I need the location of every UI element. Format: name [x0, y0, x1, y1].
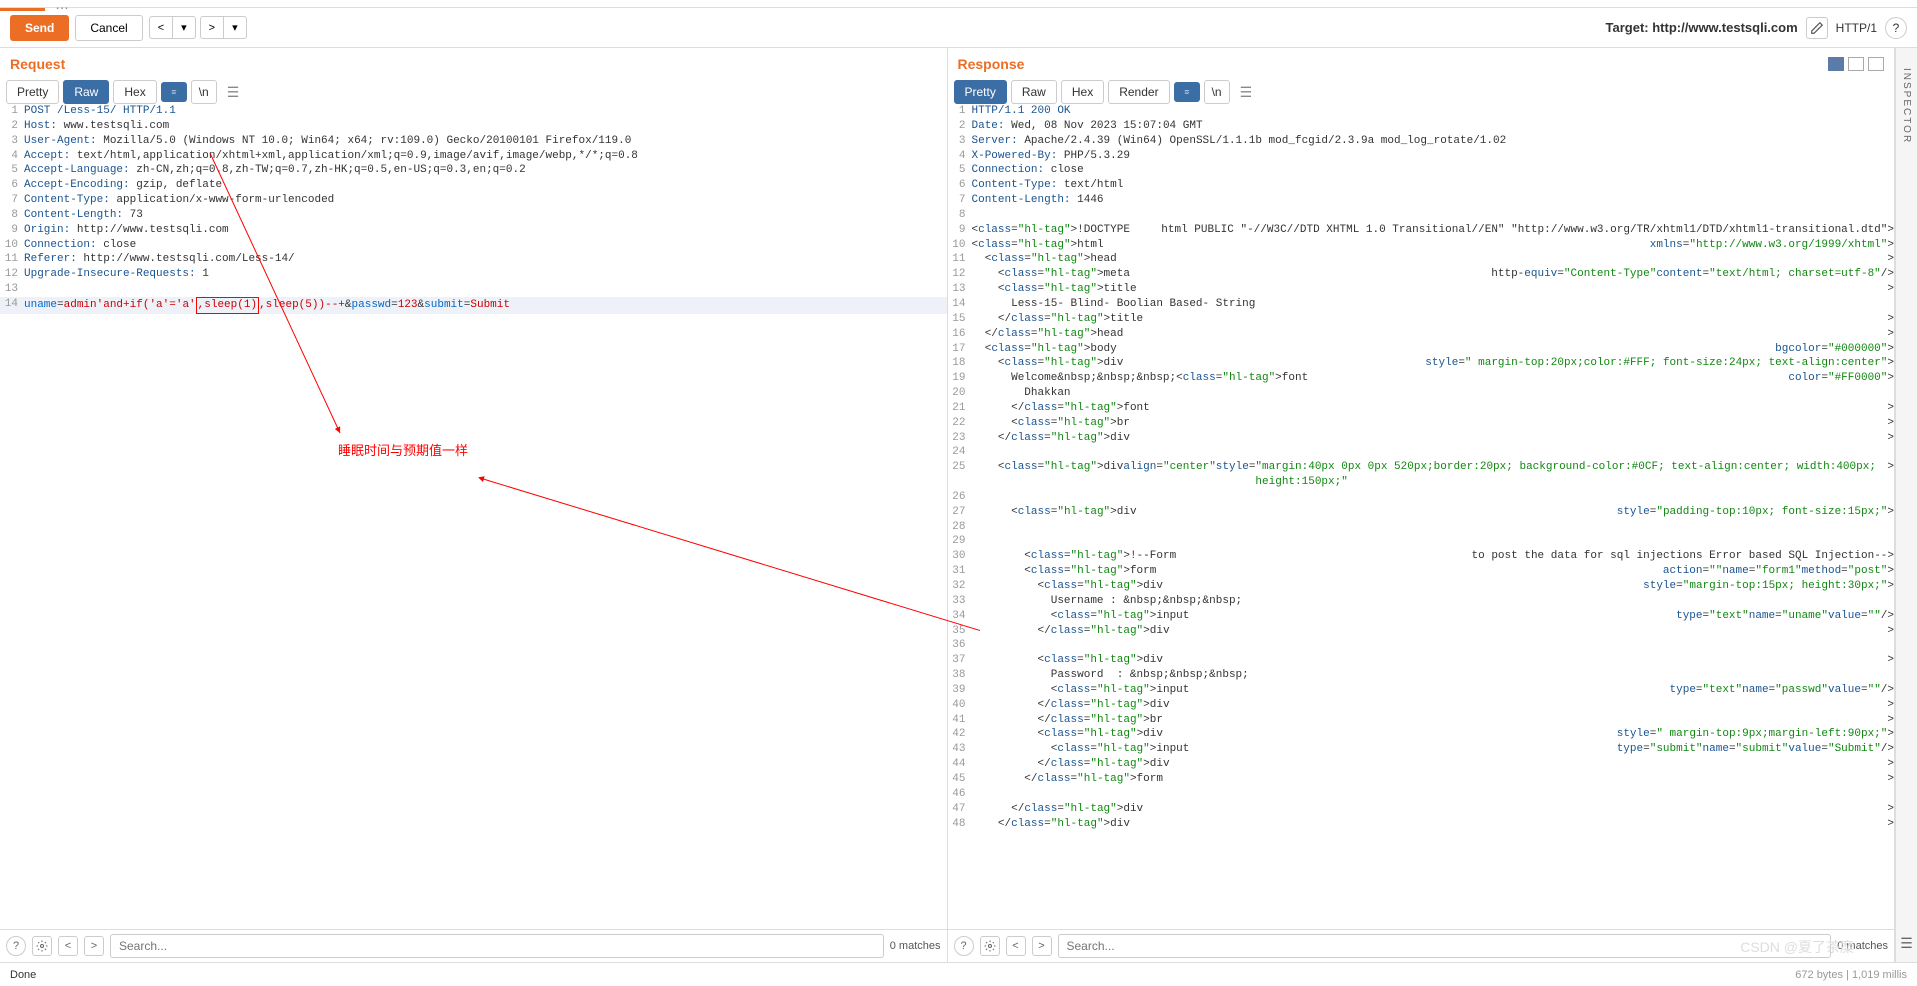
prev-match-icon[interactable]: <: [58, 936, 78, 956]
layout-toggle: [1828, 57, 1884, 71]
send-button[interactable]: Send: [10, 15, 69, 41]
tab-newline-icon[interactable]: \n: [1204, 80, 1230, 104]
response-matches: 0 matches: [1837, 940, 1888, 952]
response-tabs: Pretty Raw Hex Render \n ☰: [948, 80, 1895, 104]
request-search-input[interactable]: [110, 934, 884, 958]
request-tabs: Pretty Raw Hex \n ☰: [0, 80, 947, 104]
response-title: Response: [958, 56, 1025, 72]
tab-hex[interactable]: Hex: [1061, 80, 1104, 104]
tab-pretty[interactable]: Pretty: [6, 80, 59, 104]
layout-horizontal-icon[interactable]: [1848, 57, 1864, 71]
settings-search-icon[interactable]: [980, 936, 1000, 956]
history-forward-group: > ▾: [200, 16, 247, 39]
response-code[interactable]: 1HTTP/1.1 200 OK2Date: Wed, 08 Nov 2023 …: [948, 104, 1895, 929]
tab-hex[interactable]: Hex: [113, 80, 156, 104]
status-done: Done: [10, 969, 36, 981]
tab-overflow[interactable]: …: [55, 0, 69, 12]
help-search-icon[interactable]: ?: [6, 936, 26, 956]
inspector-sidebar[interactable]: INSPECTOR ☰: [1895, 48, 1917, 962]
prev-match-icon[interactable]: <: [1006, 936, 1026, 956]
next-match-icon[interactable]: >: [84, 936, 104, 956]
history-forward-dropdown[interactable]: ▾: [223, 16, 247, 39]
request-code[interactable]: 1POST /Less-15/ HTTP/1.12Host: www.tests…: [0, 104, 947, 929]
menu-icon[interactable]: ☰: [1240, 84, 1253, 101]
tab-newline-icon[interactable]: \n: [191, 80, 217, 104]
status-bytes: 672 bytes: [1795, 969, 1843, 981]
request-matches: 0 matches: [890, 940, 941, 952]
request-title: Request: [10, 56, 65, 72]
menu-icon[interactable]: ☰: [227, 84, 240, 101]
tab-strip: …: [0, 0, 1917, 8]
history-back-button[interactable]: <: [149, 16, 172, 39]
tab-render[interactable]: Render: [1108, 80, 1169, 104]
request-panel: Request Pretty Raw Hex \n ☰ 1POST /Less-…: [0, 48, 948, 962]
tab-raw[interactable]: Raw: [1011, 80, 1057, 104]
status-bar: Done 672 bytes | 1,019 millis: [0, 962, 1917, 986]
toolbar: Send Cancel < ▾ > ▾ Target: http://www.t…: [0, 8, 1917, 48]
tab-pretty[interactable]: Pretty: [954, 80, 1007, 104]
next-match-icon[interactable]: >: [1032, 936, 1052, 956]
settings-search-icon[interactable]: [32, 936, 52, 956]
response-search-input[interactable]: [1058, 934, 1832, 958]
inspector-label: INSPECTOR: [1901, 68, 1912, 144]
http-version-label[interactable]: HTTP/1: [1836, 21, 1877, 35]
layout-split-icon[interactable]: [1828, 57, 1844, 71]
cancel-button[interactable]: Cancel: [75, 15, 142, 41]
tab-raw[interactable]: Raw: [63, 80, 109, 104]
tab-wrap-icon[interactable]: [1174, 82, 1200, 102]
inspector-toggle-icon[interactable]: ☰: [1900, 935, 1913, 952]
history-back-dropdown[interactable]: ▾: [172, 16, 196, 39]
response-search-bar: ? < > 0 matches: [948, 929, 1895, 962]
help-icon[interactable]: ?: [1885, 17, 1907, 39]
layout-single-icon[interactable]: [1868, 57, 1884, 71]
edit-target-icon[interactable]: [1806, 17, 1828, 39]
history-back-group: < ▾: [149, 16, 196, 39]
help-search-icon[interactable]: ?: [954, 936, 974, 956]
tab-wrap-icon[interactable]: [161, 82, 187, 102]
response-panel: Response Pretty Raw Hex Render \n ☰ 1HTT…: [948, 48, 1896, 962]
history-forward-button[interactable]: >: [200, 16, 223, 39]
target-label: Target: http://www.testsqli.com: [1606, 20, 1798, 35]
status-millis: 1,019 millis: [1852, 969, 1907, 981]
request-search-bar: ? < > 0 matches: [0, 929, 947, 962]
